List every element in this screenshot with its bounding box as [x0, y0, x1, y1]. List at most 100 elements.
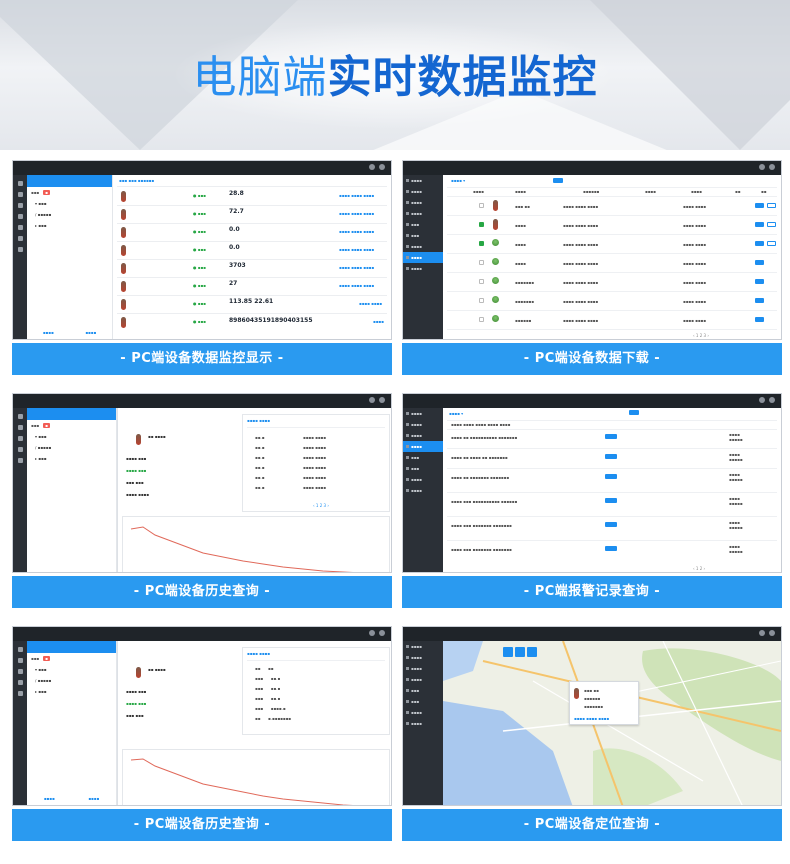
bell-icon[interactable]	[759, 164, 765, 170]
list-item[interactable]: ∕ ▪▪▪▪▪	[27, 675, 116, 686]
filter-select[interactable]: ▪▪▪▪ ▾	[449, 411, 463, 416]
sidebar-item[interactable]: ▪▪▪▪	[403, 408, 443, 419]
row-links[interactable]: ▪▪▪▪ ▪▪▪▪ ▪▪▪▪	[339, 283, 374, 288]
locate-icon[interactable]	[527, 647, 537, 657]
sidebar-item[interactable]: ▪▪▪▪	[403, 186, 443, 197]
row-links[interactable]: ▪▪▪▪ ▪▪▪▪ ▪▪▪▪	[339, 247, 374, 252]
sidebar-item[interactable]: ▪▪▪	[403, 463, 443, 474]
nav-icon[interactable]	[17, 658, 23, 663]
sidebar-item[interactable]: ▪▪▪▪	[403, 718, 443, 729]
download-button[interactable]	[755, 279, 764, 284]
bell-icon[interactable]	[759, 630, 765, 636]
content-tab[interactable]: ▪▪▪ ▪▪▪ ▪▪▪▪▪▪	[119, 178, 154, 183]
nav-icon[interactable]	[17, 181, 23, 186]
avatar[interactable]	[769, 630, 775, 636]
row-checkbox[interactable]	[479, 203, 484, 208]
avatar[interactable]	[769, 397, 775, 403]
row-links[interactable]: ▪▪▪▪	[373, 319, 384, 324]
bell-icon[interactable]	[369, 164, 375, 170]
minimize-icon[interactable]	[369, 630, 375, 636]
download-button[interactable]	[755, 241, 764, 246]
search-icon[interactable]	[503, 647, 513, 657]
search-button[interactable]	[553, 178, 563, 183]
download-button[interactable]	[755, 203, 764, 208]
sidebar-item[interactable]: ▪▪▪▪	[403, 641, 443, 652]
nav-icon[interactable]	[17, 214, 23, 219]
list-item[interactable]: ∕ ▪▪▪▪▪	[27, 442, 116, 453]
footer-link[interactable]: ▪▪▪▪	[85, 330, 96, 335]
list-item[interactable]: ▸ ▪▪▪	[27, 686, 116, 697]
nav-icon[interactable]	[17, 680, 23, 685]
row-links[interactable]: ▪▪▪▪ ▪▪▪▪	[359, 301, 382, 306]
row-checkbox[interactable]	[479, 222, 484, 227]
row-checkbox[interactable]	[479, 260, 484, 265]
list-item[interactable]: ∕ ▪▪▪▪▪	[27, 209, 112, 220]
row-links[interactable]: ▪▪▪▪ ▪▪▪▪ ▪▪▪▪	[339, 229, 374, 234]
sidebar-item[interactable]: ▪▪▪	[403, 230, 443, 241]
footer-link[interactable]: ▪▪▪▪	[43, 330, 54, 335]
row-links[interactable]: ▪▪▪▪ ▪▪▪▪ ▪▪▪▪	[339, 211, 374, 216]
footer-link[interactable]: ▪▪▪▪	[44, 796, 55, 801]
refresh-icon[interactable]	[515, 647, 525, 657]
nav-icon[interactable]	[17, 247, 23, 252]
sidebar-item[interactable]: ▪▪▪▪	[403, 430, 443, 441]
nav-icon[interactable]	[17, 236, 23, 241]
nav-icon[interactable]	[17, 203, 23, 208]
bell-icon[interactable]	[759, 397, 765, 403]
nav-icon[interactable]	[17, 414, 23, 419]
tab[interactable]: ▪▪▪	[31, 656, 39, 661]
sidebar-item[interactable]: ▪▪▪▪	[403, 485, 443, 496]
sidebar-item-active[interactable]: ▪▪▪▪	[403, 441, 443, 452]
filter-select[interactable]: ▪▪▪▪ ▾	[451, 178, 465, 183]
nav-icon[interactable]	[17, 436, 23, 441]
pagination[interactable]: ‹ 1 2 3 ›	[693, 333, 709, 338]
sidebar-item[interactable]: ▪▪▪	[403, 452, 443, 463]
sidebar-item[interactable]: ▪▪▪▪	[403, 208, 443, 219]
download-button[interactable]	[755, 222, 764, 227]
history-tab[interactable]: ▪▪▪▪ ▪▪▪▪	[247, 418, 270, 423]
nav-icon[interactable]	[17, 458, 23, 463]
row-links[interactable]: ▪▪▪▪ ▪▪▪▪ ▪▪▪▪	[339, 265, 374, 270]
list-item[interactable]: ▾ ▪▪▪	[27, 664, 116, 675]
map[interactable]: ▪▪▪ ▪▪ ▪▪▪▪▪▪ ▪▪▪▪▪▪▪ ▪▪▪▪ ▪▪▪▪ ▪▪▪▪	[443, 641, 781, 805]
sidebar-item[interactable]: ▪▪▪▪	[403, 707, 443, 718]
view-button[interactable]	[767, 203, 776, 208]
row-checkbox[interactable]	[479, 241, 484, 246]
sidebar-item[interactable]: ▪▪▪▪	[403, 652, 443, 663]
list-item[interactable]: ▸ ▪▪▪	[27, 453, 116, 464]
sidebar-item[interactable]: ▪▪▪▪	[403, 263, 443, 274]
row-checkbox[interactable]	[479, 317, 484, 322]
download-button[interactable]	[755, 317, 764, 322]
search-button[interactable]	[629, 410, 639, 415]
nav-icon[interactable]	[17, 691, 23, 696]
popup-links[interactable]: ▪▪▪▪ ▪▪▪▪ ▪▪▪▪	[574, 716, 609, 721]
close-icon[interactable]	[379, 397, 385, 403]
tab[interactable]: ▪▪▪	[31, 190, 39, 195]
sidebar-item[interactable]: ▪▪▪▪	[403, 197, 443, 208]
download-button[interactable]	[755, 260, 764, 265]
avatar[interactable]	[379, 164, 385, 170]
sidebar-item[interactable]: ▪▪▪▪	[403, 175, 443, 186]
nav-icon[interactable]	[17, 447, 23, 452]
avatar[interactable]	[769, 164, 775, 170]
sidebar-item[interactable]: ▪▪▪▪	[403, 674, 443, 685]
pagination[interactable]: ‹ 1 2 ›	[693, 566, 705, 571]
close-icon[interactable]	[379, 630, 385, 636]
list-item[interactable]: ▸ ▪▪▪	[27, 220, 112, 231]
footer-link[interactable]: ▪▪▪▪	[88, 796, 99, 801]
sidebar-item[interactable]: ▪▪▪▪	[403, 241, 443, 252]
tab[interactable]: ▪▪▪	[31, 423, 39, 428]
row-links[interactable]: ▪▪▪▪ ▪▪▪▪ ▪▪▪▪	[339, 193, 374, 198]
row-checkbox[interactable]	[479, 298, 484, 303]
pagination[interactable]: ‹ 1 2 3 ›	[313, 503, 329, 508]
sidebar-item[interactable]: ▪▪▪	[403, 219, 443, 230]
row-checkbox[interactable]	[479, 279, 484, 284]
nav-icon[interactable]	[17, 192, 23, 197]
nav-icon[interactable]	[17, 647, 23, 652]
sidebar-item-active[interactable]: ▪▪▪▪	[403, 252, 443, 263]
nav-icon[interactable]	[17, 225, 23, 230]
list-item[interactable]: ▾ ▪▪▪	[27, 431, 116, 442]
sidebar-item[interactable]: ▪▪▪	[403, 685, 443, 696]
sidebar-item[interactable]: ▪▪▪▪	[403, 474, 443, 485]
list-item[interactable]: ▾ ▪▪▪	[27, 198, 112, 209]
